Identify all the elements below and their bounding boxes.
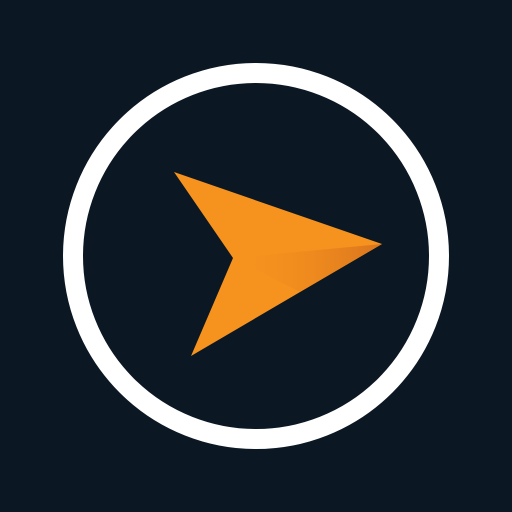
app-icon [0,0,512,512]
app-icon-graphic [0,0,512,512]
